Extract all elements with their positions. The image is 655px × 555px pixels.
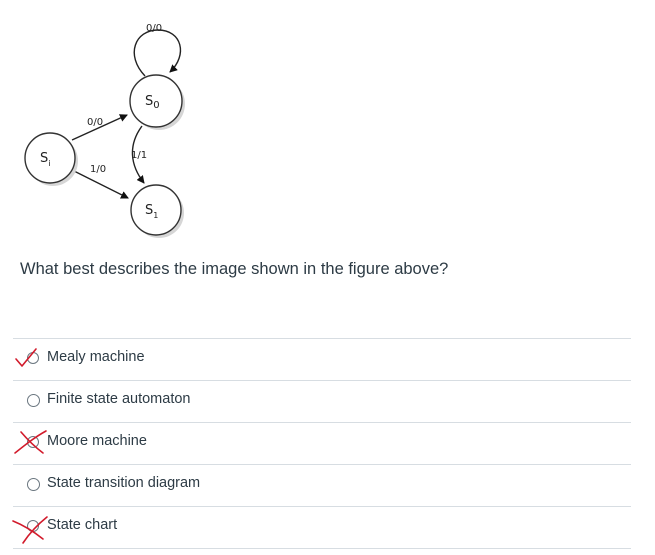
s0-self-loop-arrow	[133, 29, 182, 77]
answer-option[interactable]: Finite state automaton	[13, 380, 631, 422]
answer-label: Mealy machine	[47, 349, 145, 365]
answer-label: Moore machine	[47, 433, 147, 449]
answer-option[interactable]: State chart	[12, 506, 631, 548]
si-to-s0-label: 0/0	[87, 117, 103, 128]
radio-button[interactable]	[27, 394, 40, 407]
si-to-s1-label: 1/0	[90, 164, 106, 175]
answer-label: State transition diagram	[47, 475, 201, 491]
s0-to-s1-label: 1/1	[131, 150, 147, 161]
s0-self-loop-label: 0/0	[146, 23, 162, 34]
divider	[13, 548, 631, 549]
answer-option[interactable]: State transition diagram	[13, 464, 631, 506]
radio-button[interactable]	[27, 478, 40, 491]
question-text: What best describes the image shown in t…	[20, 260, 449, 278]
state-s1-node	[130, 184, 182, 236]
answer-label: State chart	[47, 517, 118, 533]
state-diagram-figure: 0/0 0/0 1/0 1/1 Si S0 S1	[24, 23, 185, 238]
state-initial-node	[24, 132, 76, 184]
answer-option[interactable]: Moore machine	[13, 422, 631, 464]
answer-label: Finite state automaton	[47, 391, 191, 407]
answer-option[interactable]: Mealy machine	[13, 338, 631, 380]
